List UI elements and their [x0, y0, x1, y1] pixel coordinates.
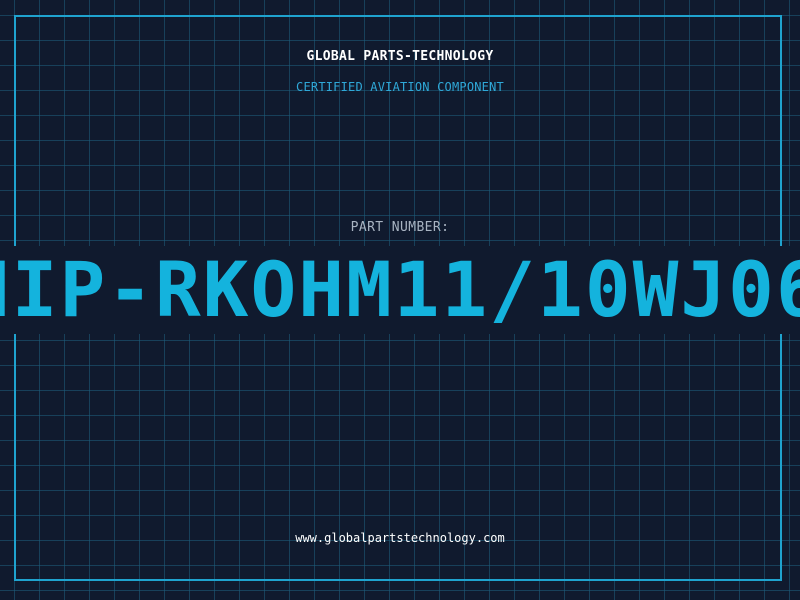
company-name: GLOBAL PARTS-TECHNOLOGY — [306, 49, 494, 64]
part-number-band: HIP-RKOHM11/10WJ060 — [0, 246, 800, 334]
certification-tagline: CERTIFIED AVIATION COMPONENT — [296, 80, 504, 94]
part-number-label: PART NUMBER: — [350, 220, 450, 235]
part-number-value: HIP-RKOHM11/10WJ060 — [0, 246, 800, 334]
website-url: www.globalpartstechnology.com — [295, 531, 505, 545]
